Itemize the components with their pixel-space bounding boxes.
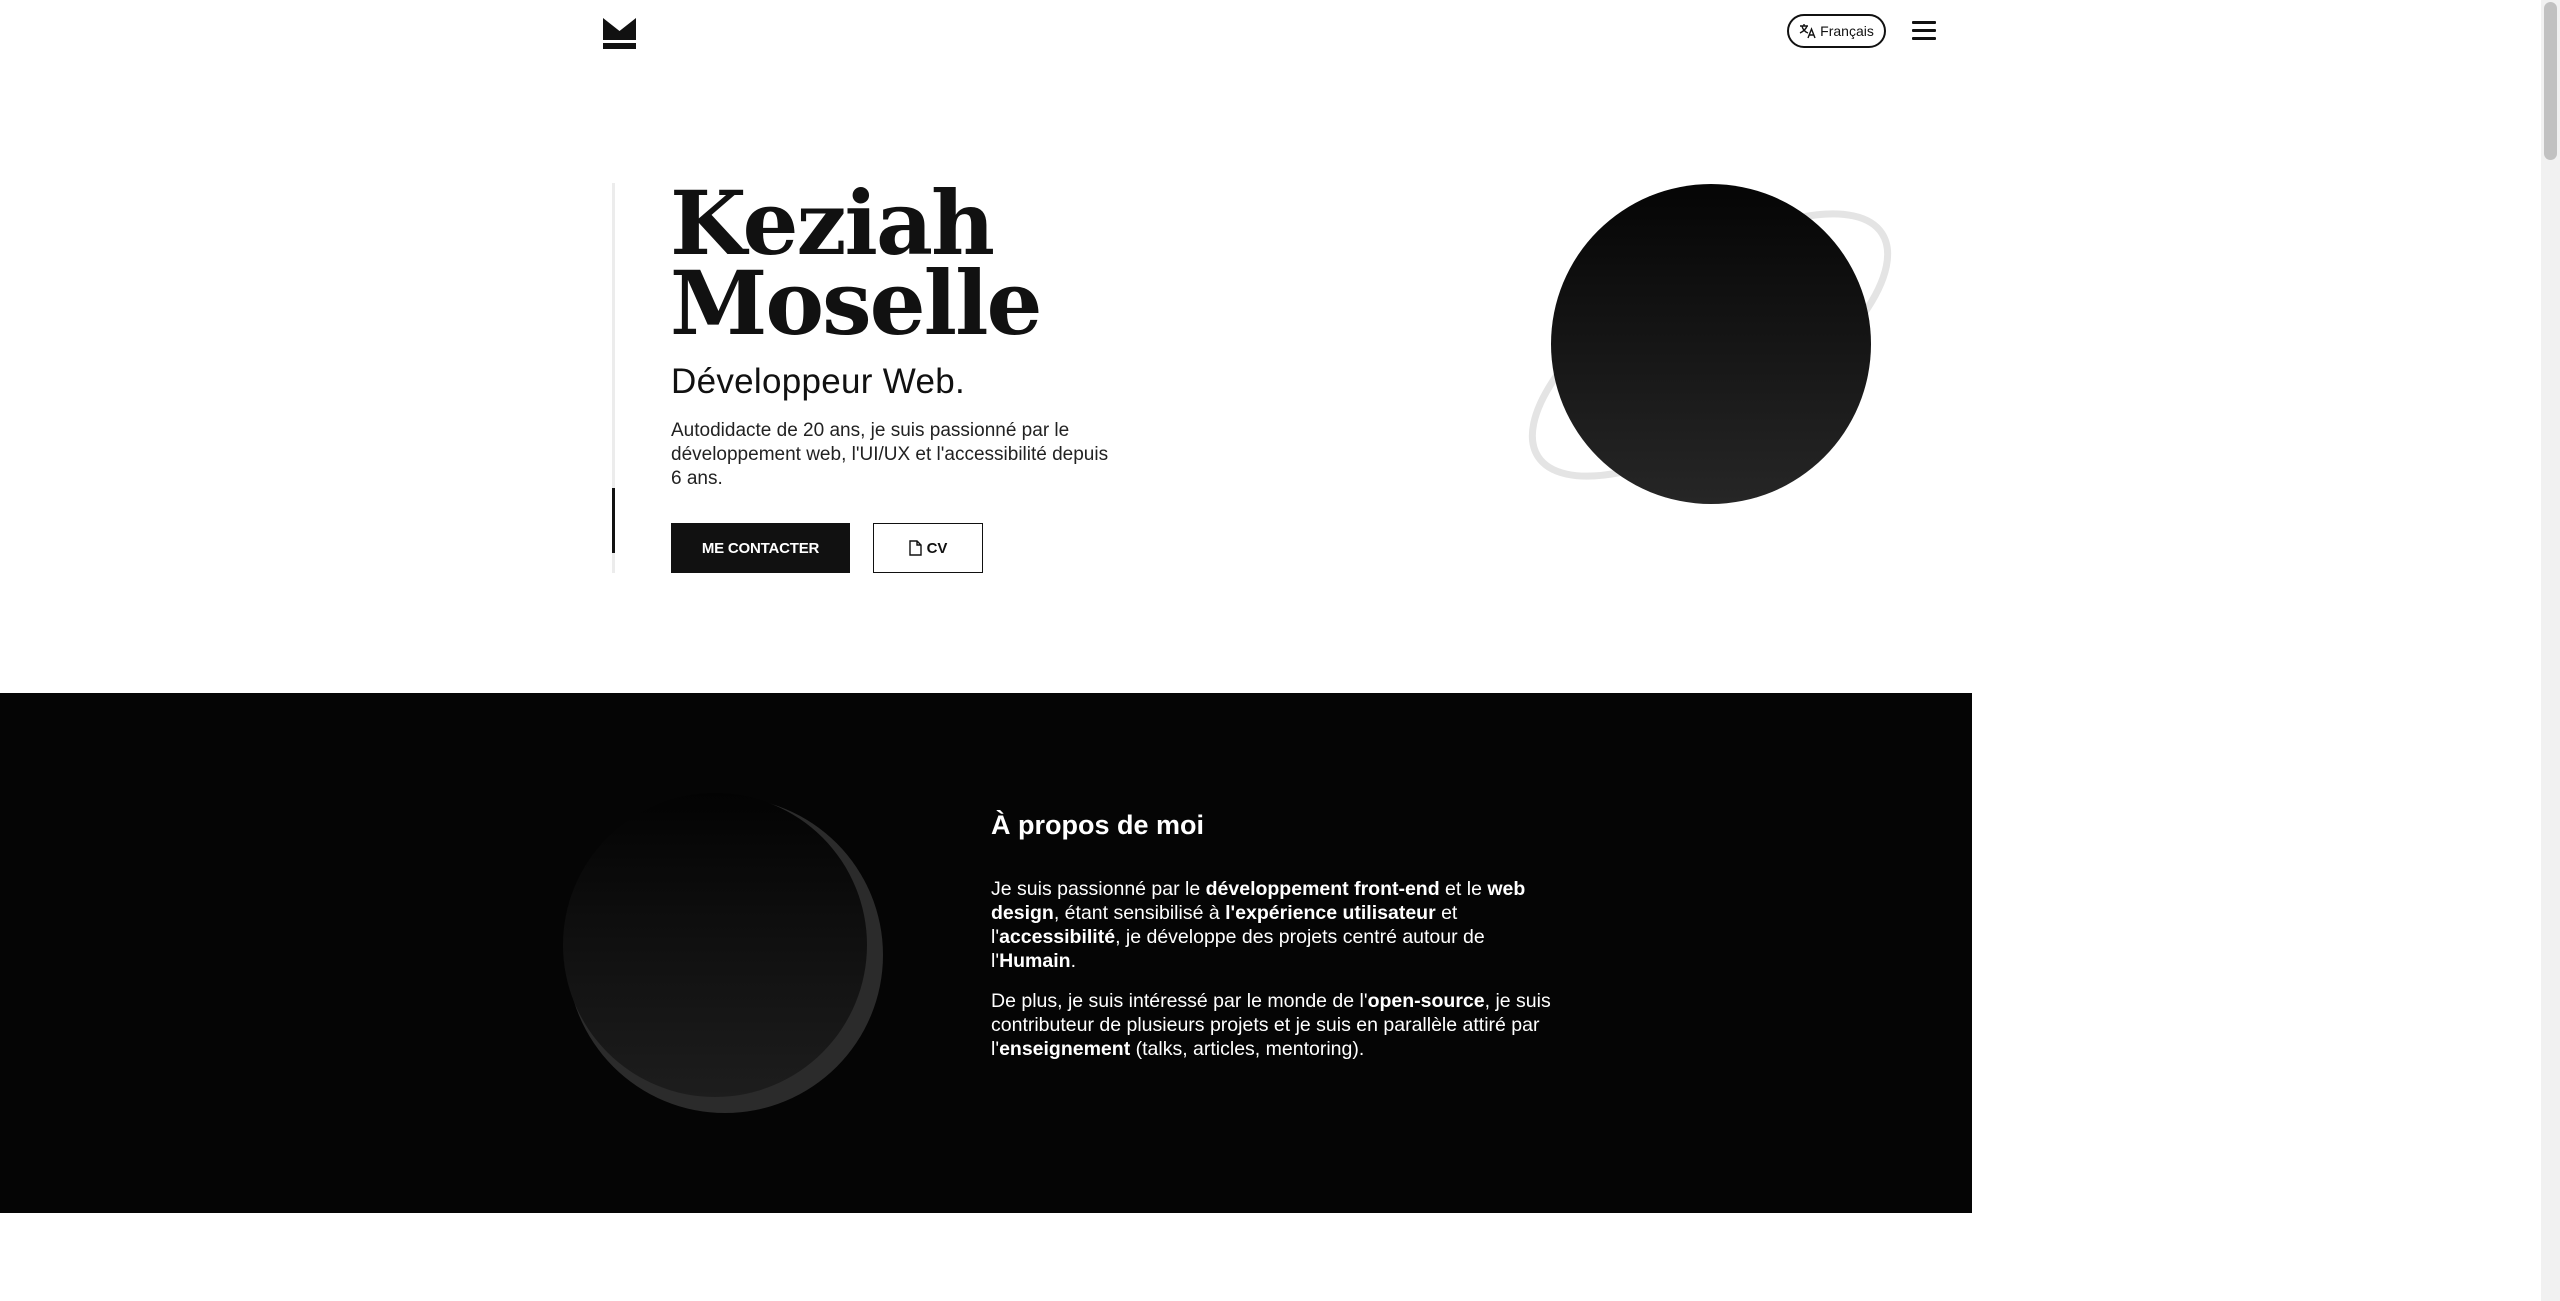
about-paragraph-2: De plus, je suis intéressé par le monde … [991, 990, 1551, 1060]
about-title: À propos de moi [991, 810, 1205, 840]
hero-role: Développeur Web. [671, 362, 966, 401]
planet-illustration [1528, 184, 1892, 504]
hero-name-last: Moselle [670, 251, 1042, 355]
language-label: Français [1820, 23, 1874, 39]
hamburger-menu-icon[interactable] [1912, 20, 1938, 42]
hero-description: Autodidacte de 20 ans, je suis passionné… [671, 420, 1109, 489]
about-planet-illustration [563, 793, 883, 1113]
contact-button[interactable]: ME CONTACTER [671, 523, 850, 573]
translate-icon [1799, 24, 1816, 39]
scroll-progress-indicator [612, 488, 615, 553]
about-section [0, 693, 1972, 1213]
contact-button-label: ME CONTACTER [701, 539, 820, 557]
logo-m-icon[interactable] [603, 16, 636, 49]
about-paragraph-1: Je suis passionné par le développement f… [991, 878, 1526, 972]
cv-button-label: CV [926, 539, 948, 557]
language-switch-button[interactable]: Français [1787, 14, 1886, 48]
scrollbar-thumb[interactable] [2544, 2, 2557, 160]
hero-name: Keziah Moselle [670, 179, 1170, 347]
cv-button[interactable]: CV [873, 523, 983, 573]
document-icon [908, 540, 922, 556]
scrollbar[interactable] [2541, 0, 2560, 1301]
